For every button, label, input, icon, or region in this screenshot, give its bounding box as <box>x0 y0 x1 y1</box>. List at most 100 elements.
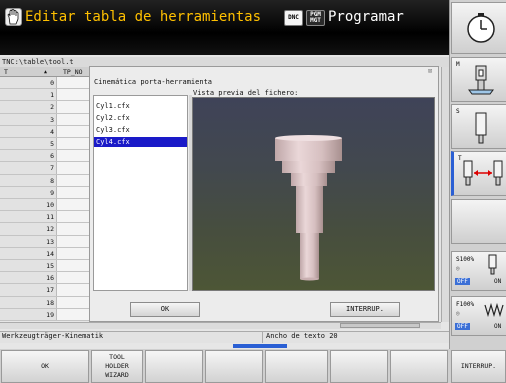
tool-number-cell[interactable]: 10 <box>0 199 57 211</box>
file-item-cyl1[interactable]: Cyl1.cfx <box>94 101 187 111</box>
tool-number-cell[interactable]: 12 <box>0 223 57 235</box>
tp-no-cell[interactable] <box>57 162 89 174</box>
tool-number-cell[interactable]: 18 <box>0 296 57 308</box>
file-item-cyl2[interactable]: Cyl2.cfx <box>94 113 187 123</box>
dnc-badge[interactable]: DNC <box>284 10 303 26</box>
tp-no-cell[interactable] <box>57 247 89 259</box>
t-tool-button[interactable]: T <box>451 151 506 196</box>
tp-no-cell[interactable] <box>57 89 89 101</box>
f-override-label: F100% <box>456 301 475 308</box>
tool-number-cell[interactable]: 9 <box>0 186 57 198</box>
tp-no-cell[interactable] <box>57 186 89 198</box>
s-spindle-button[interactable]: S <box>451 104 506 149</box>
s-off-indicator: OFF <box>455 278 470 285</box>
table-row[interactable]: 11 <box>0 211 89 224</box>
table-row[interactable]: 15 <box>0 260 89 273</box>
table-row[interactable]: 3 <box>0 113 89 126</box>
table-row[interactable]: 7 <box>0 162 89 175</box>
mgt-label: MGT <box>310 17 321 24</box>
tp-no-cell[interactable] <box>57 284 89 296</box>
table-row[interactable]: 6 <box>0 150 89 163</box>
table-row[interactable]: 14 <box>0 247 89 260</box>
tool-number-cell[interactable]: 3 <box>0 113 57 125</box>
pgm-mgt-badge[interactable]: PGM MGT <box>306 10 325 26</box>
tp-no-cell[interactable] <box>57 138 89 150</box>
tool-number-cell[interactable]: 15 <box>0 260 57 272</box>
table-row[interactable]: 9 <box>0 186 89 199</box>
table-row[interactable]: 13 <box>0 235 89 248</box>
tp-no-cell[interactable] <box>57 125 89 137</box>
tp-no-cell[interactable] <box>57 150 89 162</box>
tool-number-cell[interactable]: 0 <box>0 77 57 89</box>
softkey-ok[interactable]: OK <box>1 350 89 383</box>
table-row[interactable]: 19 <box>0 308 89 321</box>
table-row[interactable]: 18 <box>0 296 89 309</box>
tool-number-cell[interactable]: 7 <box>0 162 57 174</box>
tp-no-cell[interactable] <box>57 272 89 284</box>
tool-number-cell[interactable]: 4 <box>0 125 57 137</box>
column-header-t[interactable]: T <box>4 67 8 77</box>
file-item-cyl3[interactable]: Cyl3.cfx <box>94 125 187 135</box>
tp-no-cell[interactable] <box>57 174 89 186</box>
softkey-level-indicator <box>233 344 287 348</box>
dialog-title: Cinemática porta-herramienta <box>94 78 213 86</box>
tool-number-cell[interactable]: 13 <box>0 235 57 247</box>
tp-no-cell[interactable] <box>57 113 89 125</box>
table-row[interactable]: 1 <box>0 89 89 102</box>
softkey-empty-4[interactable] <box>205 350 263 383</box>
softkey-wizard-line2: HOLDER <box>105 362 129 370</box>
ok-button[interactable]: OK <box>130 302 200 317</box>
tp-no-cell[interactable] <box>57 199 89 211</box>
tp-no-cell[interactable] <box>57 211 89 223</box>
tool-number-cell[interactable]: 1 <box>0 89 57 101</box>
close-icon[interactable]: ⊠ <box>425 67 435 75</box>
status-divider <box>262 331 263 343</box>
softkey-cancel[interactable]: INTERRUP. <box>451 350 506 383</box>
cancel-button[interactable]: INTERRUP. <box>330 302 400 317</box>
table-row[interactable]: 16 <box>0 272 89 285</box>
softkey-empty-5[interactable] <box>265 350 328 383</box>
tp-no-cell[interactable] <box>57 296 89 308</box>
softkey-empty-3[interactable] <box>145 350 203 383</box>
horizontal-scroll-thumb[interactable] <box>340 323 420 328</box>
table-row[interactable]: 17 <box>0 284 89 297</box>
program-title: Programar <box>328 9 404 25</box>
table-row[interactable]: 0 <box>0 77 89 90</box>
table-row[interactable]: 5 <box>0 138 89 151</box>
table-row[interactable]: 12 <box>0 223 89 236</box>
column-header-tp-no[interactable]: TP_NO <box>63 67 83 77</box>
tool-number-cell[interactable]: 6 <box>0 150 57 162</box>
tool-number-cell[interactable]: 14 <box>0 247 57 259</box>
tp-no-cell[interactable] <box>57 223 89 235</box>
table-header: T ▲ TP_NO <box>0 67 89 77</box>
hand-icon <box>5 8 22 26</box>
empty-side-button[interactable] <box>451 199 506 244</box>
s-override-label: S100% <box>456 256 475 263</box>
clock-button[interactable] <box>451 2 506 54</box>
spindle-override-button[interactable]: S100% ◎ OFF ON <box>451 251 506 291</box>
tool-number-cell[interactable]: 19 <box>0 308 57 320</box>
vertical-scrollbar[interactable] <box>441 67 449 322</box>
tp-no-cell[interactable] <box>57 77 89 89</box>
tool-number-cell[interactable]: 5 <box>0 138 57 150</box>
m-function-button[interactable]: M <box>451 57 506 102</box>
tool-number-cell[interactable]: 2 <box>0 101 57 113</box>
tool-number-cell[interactable]: 16 <box>0 272 57 284</box>
tp-no-cell[interactable] <box>57 308 89 320</box>
tp-no-cell[interactable] <box>57 235 89 247</box>
table-row[interactable]: 2 <box>0 101 89 114</box>
tp-no-cell[interactable] <box>57 101 89 113</box>
table-row[interactable]: 4 <box>0 125 89 138</box>
tp-no-cell[interactable] <box>57 260 89 272</box>
softkey-empty-7[interactable] <box>390 350 448 383</box>
file-item-cyl4-selected[interactable]: Cyl4.cfx <box>94 137 187 147</box>
softkey-empty-6[interactable] <box>330 350 388 383</box>
tool-number-cell[interactable]: 11 <box>0 211 57 223</box>
table-row[interactable]: 8 <box>0 174 89 187</box>
feed-override-button[interactable]: F100% ◎ OFF ON <box>451 296 506 336</box>
tool-number-cell[interactable]: 17 <box>0 284 57 296</box>
softkey-wizard-line1: TOOL <box>109 353 125 361</box>
tool-number-cell[interactable]: 8 <box>0 174 57 186</box>
table-row[interactable]: 10 <box>0 199 89 212</box>
softkey-tool-holder-wizard[interactable]: TOOL HOLDER WIZARD <box>91 350 143 383</box>
